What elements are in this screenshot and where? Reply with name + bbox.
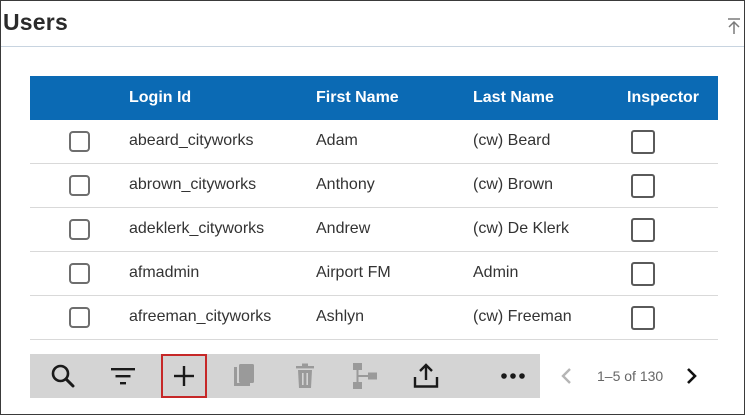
cell-login-id: afreeman_cityworks [129,308,272,325]
page-info: 1–5 of 130 [597,368,664,384]
cell-first-name: Andrew [316,220,371,237]
inspector-checkbox[interactable] [631,218,655,242]
row-select-checkbox[interactable] [69,219,90,240]
copy-icon [234,364,254,386]
export-icon [413,363,439,388]
row-select-checkbox[interactable] [69,175,90,196]
table-row[interactable]: adeklerk_cityworks Andrew (cw) De Klerk [30,208,718,252]
table-row[interactable]: abrown_cityworks Anthony (cw) Brown [30,164,718,208]
delete-button[interactable] [282,354,328,398]
hierarchy-icon [353,363,377,389]
pagination: 1–5 of 130 [544,354,718,398]
cell-login-id: afmadmin [129,264,200,281]
inspector-checkbox[interactable] [631,130,655,154]
cell-login-id: abrown_cityworks [129,176,257,193]
table-row[interactable]: abeard_cityworks Adam (cw) Beard [30,120,718,164]
column-header-login-id[interactable]: Login Id [129,89,191,107]
more-button[interactable] [490,354,536,398]
filter-icon [111,368,135,385]
inspector-checkbox[interactable] [631,306,655,330]
add-icon [174,366,194,386]
copy-button[interactable] [221,354,267,398]
hierarchy-button[interactable] [342,354,388,398]
row-select-checkbox[interactable] [69,263,90,284]
column-header-first-name[interactable]: First Name [316,89,399,107]
delete-icon [296,363,314,388]
grid-toolbar [30,354,540,398]
filter-button[interactable] [100,354,146,398]
chevron-left-icon[interactable] [560,366,574,386]
more-icon [501,373,525,379]
cell-login-id: abeard_cityworks [129,132,254,149]
export-button[interactable] [403,354,449,398]
search-button[interactable] [40,354,86,398]
cell-last-name: Admin [473,264,519,281]
table-row[interactable]: afreeman_cityworks Ashlyn (cw) Freeman [30,296,718,340]
inspector-checkbox[interactable] [631,174,655,198]
chevron-right-icon[interactable] [684,366,698,386]
cell-last-name: (cw) Brown [473,176,554,193]
grid-header: Login Id First Name Last Name Inspector [30,76,718,120]
cell-first-name: Anthony [316,176,375,193]
cell-last-name: (cw) De Klerk [473,220,570,237]
panel-title: Users [3,9,68,35]
search-icon [51,364,75,388]
column-header-last-name[interactable]: Last Name [473,89,554,107]
cell-last-name: (cw) Freeman [473,308,572,325]
users-panel: Users Login Id First Name Last Name Insp… [0,0,745,415]
cell-last-name: (cw) Beard [473,132,551,149]
collapse-up-icon[interactable] [727,17,741,35]
cell-first-name: Ashlyn [316,308,365,325]
column-header-inspector[interactable]: Inspector [627,89,699,107]
users-grid: Login Id First Name Last Name Inspector … [30,76,718,340]
row-select-checkbox[interactable] [69,307,90,328]
inspector-checkbox[interactable] [631,262,655,286]
add-button[interactable] [161,354,207,398]
row-select-checkbox[interactable] [69,131,90,152]
cell-first-name: Adam [316,132,358,149]
table-row[interactable]: afmadmin Airport FM Admin [30,252,718,296]
cell-first-name: Airport FM [316,264,391,281]
panel-header: Users [1,1,744,47]
cell-login-id: adeklerk_cityworks [129,220,265,237]
